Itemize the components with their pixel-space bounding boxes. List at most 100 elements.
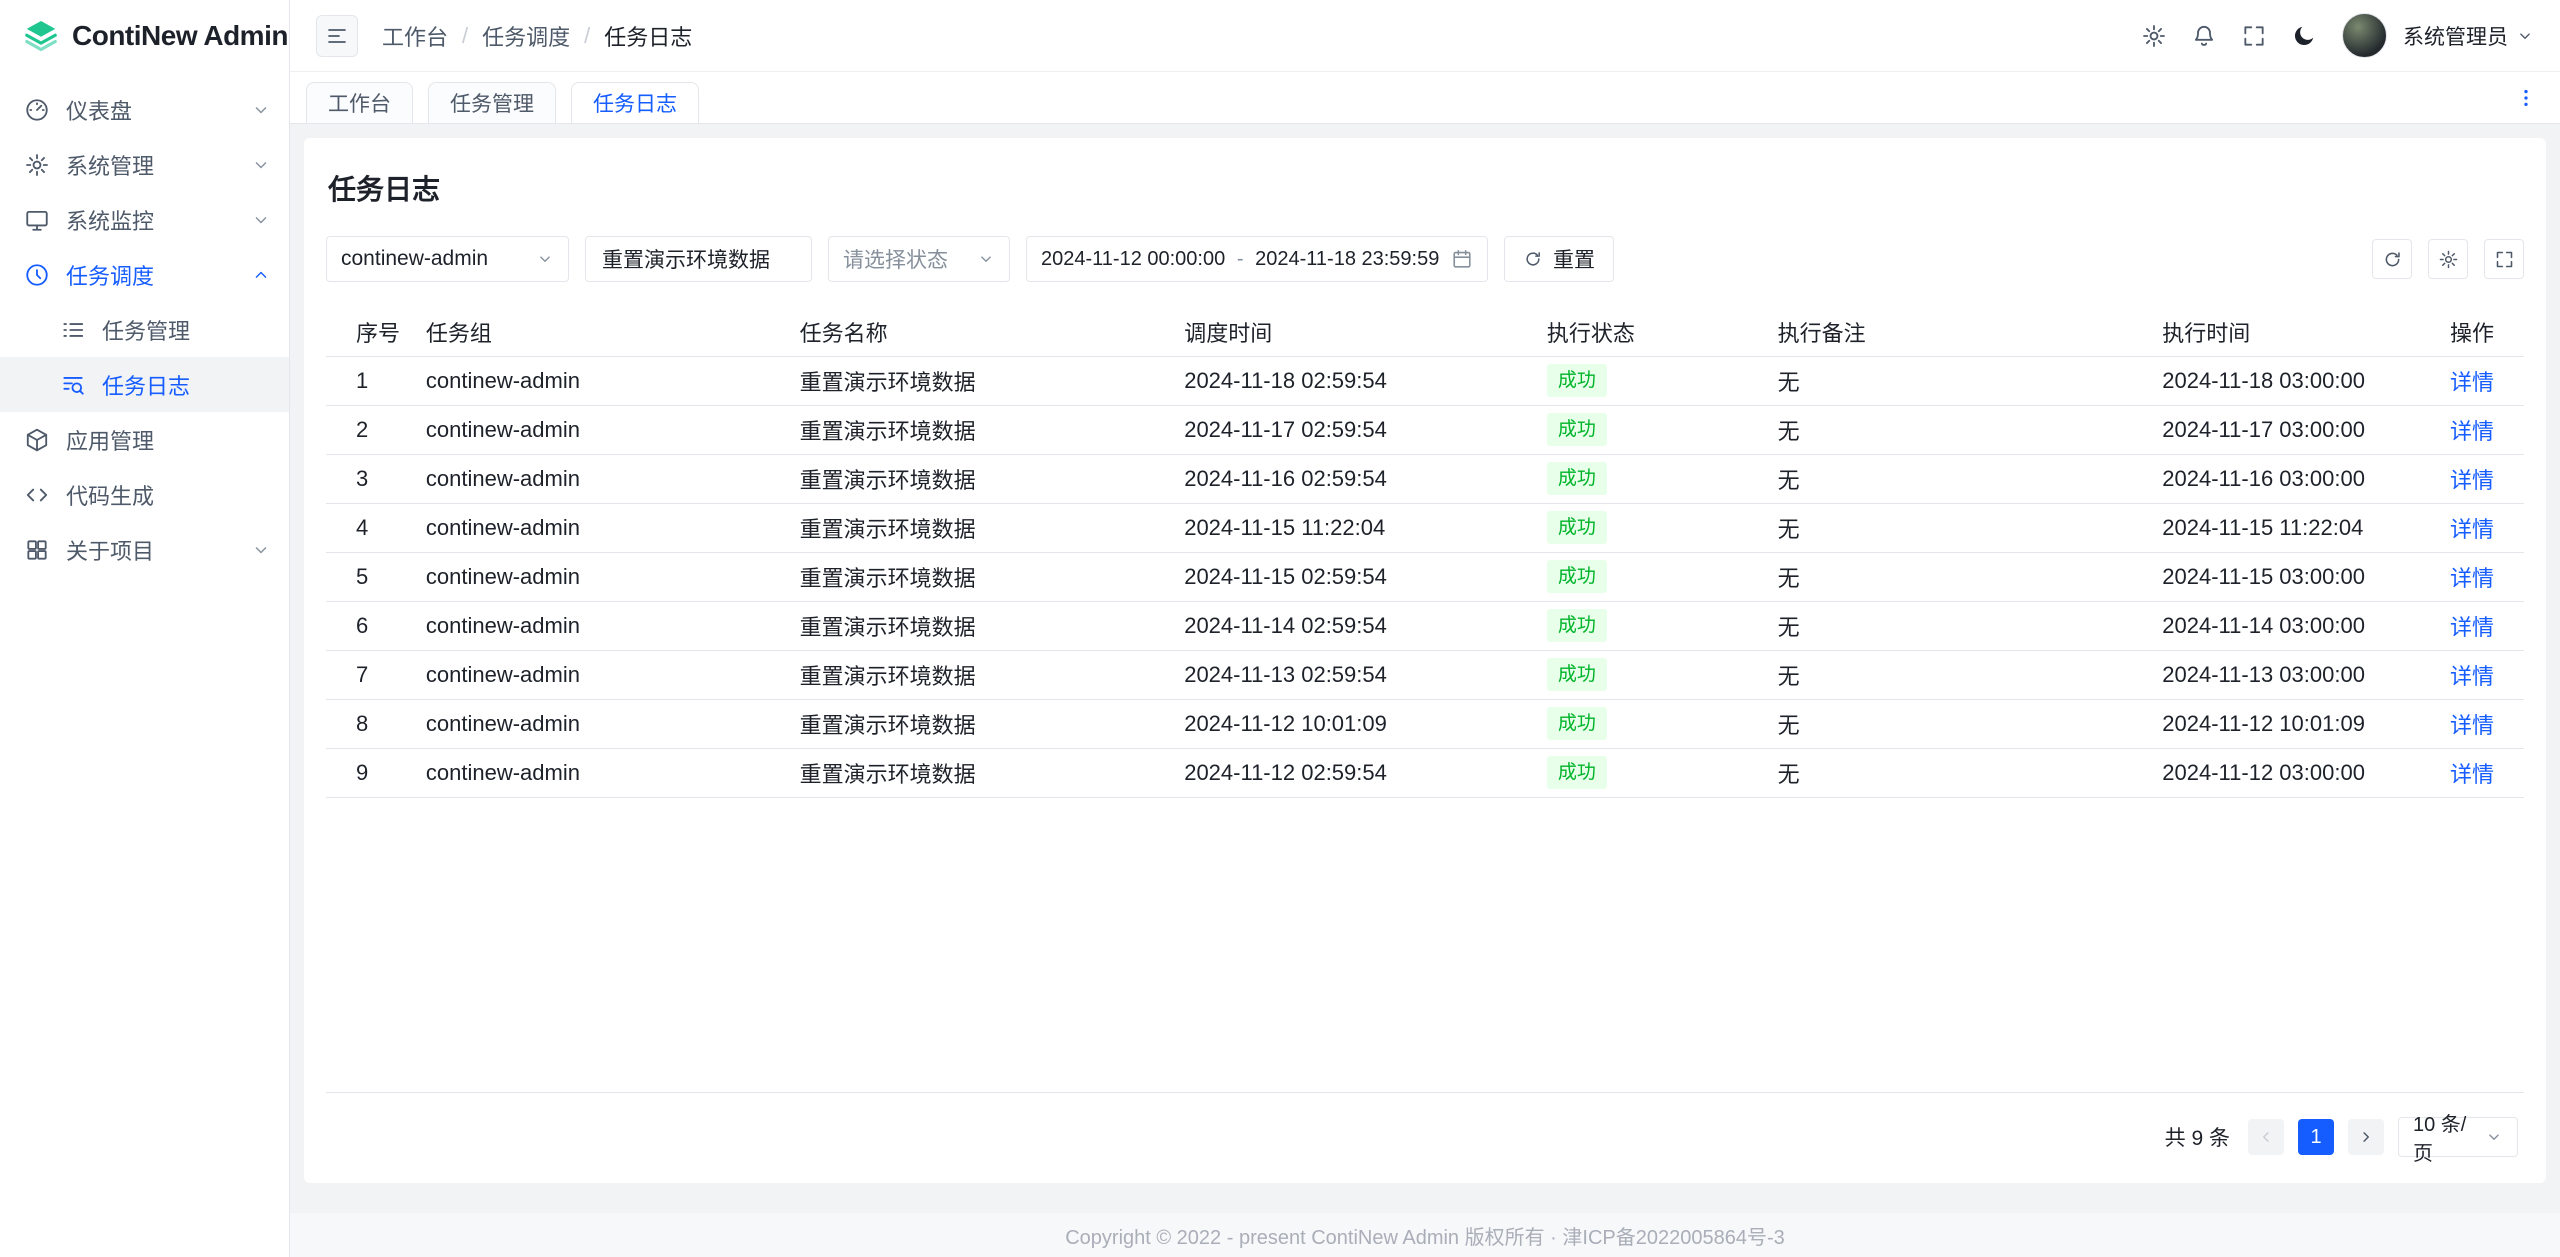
detail-link[interactable]: 详情	[2450, 517, 2494, 542]
reset-button-label: 重置	[1553, 244, 1595, 274]
cell-exec-time: 2024-11-15 11:22:04	[2150, 503, 2392, 552]
content: 任务日志 continew-admin 请选择状态	[290, 124, 2560, 1213]
cell-name: 重置演示环境数据	[788, 405, 1173, 454]
sidebar-item-label: 仪表盘	[66, 94, 251, 126]
column-header-group: 任务组	[414, 308, 788, 356]
cell-index: 1	[326, 356, 414, 405]
header-left: 工作台 / 任务调度 / 任务日志	[316, 15, 692, 57]
fullscreen-button[interactable]	[2232, 14, 2276, 58]
cell-index: 3	[326, 454, 414, 503]
task-group-select[interactable]: continew-admin	[326, 236, 569, 282]
cell-exec-time: 2024-11-13 03:00:00	[2150, 650, 2392, 699]
table-row: 3 continew-admin 重置演示环境数据 2024-11-16 02:…	[326, 454, 2524, 503]
cell-status: 成功	[1535, 650, 1766, 699]
breadcrumb-item[interactable]: 任务调度	[482, 20, 570, 52]
date-range-separator: -	[1237, 248, 1244, 271]
sidebar-item-label: 任务日志	[102, 369, 271, 401]
sidebar-item-about-project[interactable]: 关于项目	[0, 522, 289, 577]
detail-link[interactable]: 详情	[2450, 419, 2494, 444]
date-range-picker[interactable]: 2024-11-12 00:00:00 - 2024-11-18 23:59:5…	[1026, 236, 1488, 282]
column-header-exec-time: 执行时间	[2150, 308, 2392, 356]
avatar[interactable]	[2342, 13, 2387, 58]
clock-icon	[24, 262, 50, 288]
settings-button[interactable]	[2132, 14, 2176, 58]
detail-link[interactable]: 详情	[2450, 566, 2494, 591]
notifications-button[interactable]	[2182, 14, 2226, 58]
table-row: 8 continew-admin 重置演示环境数据 2024-11-12 10:…	[326, 699, 2524, 748]
tab-task-management[interactable]: 任务管理	[428, 82, 556, 123]
chevron-down-icon	[251, 540, 271, 560]
sidebar-item-dashboard[interactable]: 仪表盘	[0, 82, 289, 137]
column-header-status: 执行状态	[1535, 308, 1766, 356]
sidebar-item-task-scheduling[interactable]: 任务调度	[0, 247, 289, 302]
pagination-page-1[interactable]: 1	[2298, 1119, 2334, 1155]
sidebar-item-system-monitor[interactable]: 系统监控	[0, 192, 289, 247]
gear-icon	[24, 152, 50, 178]
pagination-prev-button[interactable]	[2248, 1119, 2284, 1155]
sidebar-item-system-management[interactable]: 系统管理	[0, 137, 289, 192]
cell-exec-time: 2024-11-12 10:01:09	[2150, 699, 2392, 748]
collapse-sidebar-button[interactable]	[316, 15, 358, 57]
sidebar-item-task-log[interactable]: 任务日志	[0, 357, 289, 412]
cell-schedule-time: 2024-11-12 02:59:54	[1172, 748, 1535, 797]
detail-link[interactable]: 详情	[2450, 468, 2494, 493]
cell-note: 无	[1766, 748, 2151, 797]
table-row: 9 continew-admin 重置演示环境数据 2024-11-12 02:…	[326, 748, 2524, 797]
tab-workbench[interactable]: 工作台	[306, 82, 413, 123]
tab-label: 工作台	[328, 88, 391, 118]
app-box-icon	[24, 427, 50, 453]
detail-link[interactable]: 详情	[2450, 370, 2494, 395]
user-name: 系统管理员	[2403, 21, 2508, 51]
cell-status: 成功	[1535, 552, 1766, 601]
status-badge: 成功	[1547, 364, 1607, 397]
cell-note: 无	[1766, 601, 2151, 650]
cell-schedule-time: 2024-11-15 02:59:54	[1172, 552, 1535, 601]
status-badge: 成功	[1547, 707, 1607, 740]
fullscreen-table-button[interactable]	[2484, 239, 2524, 279]
cell-index: 4	[326, 503, 414, 552]
sidebar-item-code-generation[interactable]: 代码生成	[0, 467, 289, 522]
page-size-select[interactable]: 10 条/页	[2398, 1117, 2518, 1157]
tab-task-log[interactable]: 任务日志	[571, 82, 699, 123]
cell-note: 无	[1766, 552, 2151, 601]
cell-group: continew-admin	[414, 503, 788, 552]
app-title: ContiNew Admin	[72, 20, 288, 52]
chevron-down-icon	[536, 250, 554, 268]
monitor-icon	[24, 207, 50, 233]
refresh-table-button[interactable]	[2372, 239, 2412, 279]
dashboard-icon	[24, 97, 50, 123]
table-toolbar	[2372, 239, 2524, 279]
detail-link[interactable]: 详情	[2450, 762, 2494, 787]
cell-index: 6	[326, 601, 414, 650]
cell-status: 成功	[1535, 454, 1766, 503]
sidebar-item-app-management[interactable]: 应用管理	[0, 412, 289, 467]
dark-mode-button[interactable]	[2282, 14, 2326, 58]
detail-link[interactable]: 详情	[2450, 664, 2494, 689]
breadcrumb-item[interactable]: 工作台	[382, 20, 448, 52]
sidebar-item-task-management[interactable]: 任务管理	[0, 302, 289, 357]
pagination-next-button[interactable]	[2348, 1119, 2384, 1155]
status-select[interactable]: 请选择状态	[828, 236, 1010, 282]
detail-link[interactable]: 详情	[2450, 713, 2494, 738]
status-badge: 成功	[1547, 609, 1607, 642]
task-name-input[interactable]	[585, 236, 812, 282]
cell-schedule-time: 2024-11-15 11:22:04	[1172, 503, 1535, 552]
status-select-placeholder: 请选择状态	[843, 244, 948, 274]
task-log-card: 任务日志 continew-admin 请选择状态	[304, 138, 2546, 1183]
checklist-icon	[60, 317, 86, 343]
cell-name: 重置演示环境数据	[788, 503, 1173, 552]
filter-bar: continew-admin 请选择状态 2024-11-12 00:0	[326, 236, 2524, 282]
cell-status: 成功	[1535, 503, 1766, 552]
cell-exec-time: 2024-11-16 03:00:00	[2150, 454, 2392, 503]
logo-icon	[22, 17, 60, 55]
status-badge: 成功	[1547, 756, 1607, 789]
detail-link[interactable]: 详情	[2450, 615, 2494, 640]
user-menu[interactable]: 系统管理员	[2403, 21, 2534, 51]
status-badge: 成功	[1547, 560, 1607, 593]
logo[interactable]: ContiNew Admin	[0, 0, 289, 72]
tab-more-button[interactable]	[2508, 80, 2544, 116]
column-settings-button[interactable]	[2428, 239, 2468, 279]
cell-group: continew-admin	[414, 699, 788, 748]
reset-button[interactable]: 重置	[1504, 236, 1614, 282]
cell-action: 详情	[2392, 454, 2524, 503]
